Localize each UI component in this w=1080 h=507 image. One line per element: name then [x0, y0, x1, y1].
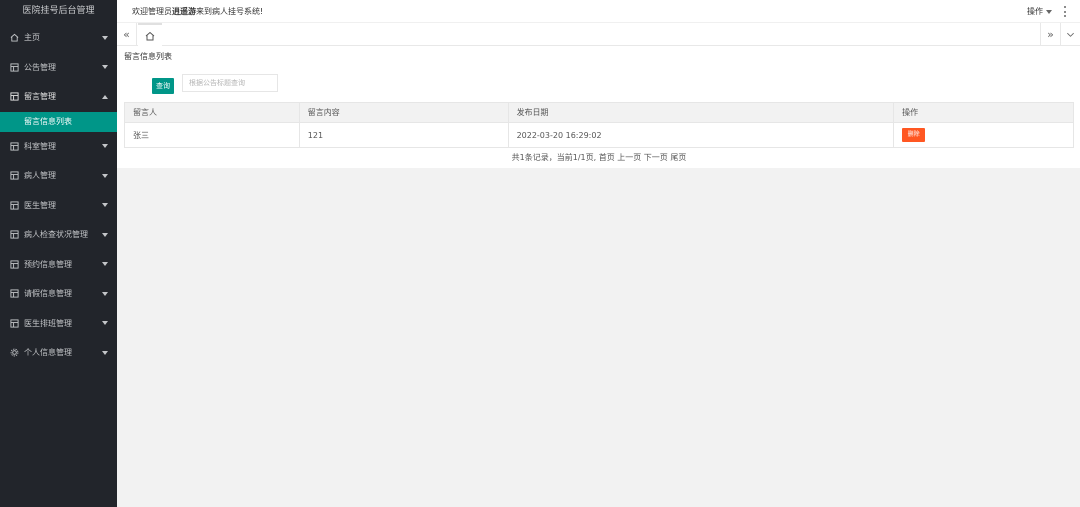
pagination-next[interactable]: 下一页: [644, 153, 668, 162]
grid-icon: [10, 92, 19, 101]
sidebar-item-messages[interactable]: 留言管理: [0, 82, 117, 112]
grid-icon: [10, 260, 19, 269]
column-header-content: 留言内容: [299, 102, 509, 123]
chevron-down-icon: [102, 262, 108, 267]
welcome-username: 逍遥游: [172, 7, 196, 16]
sidebar-item-label: 留言管理: [24, 92, 56, 102]
delete-button[interactable]: 删除: [902, 128, 926, 142]
operations-dropdown[interactable]: 操作: [1027, 0, 1052, 23]
sidebar-item-schedules[interactable]: 医生排班管理: [0, 309, 117, 339]
chevron-down-icon: [102, 203, 108, 208]
sidebar-item-profile[interactable]: 个人信息管理: [0, 338, 117, 368]
sidebar-item-label: 医生管理: [24, 200, 56, 210]
sidebar-item-patient-checkups[interactable]: 病人检查状况管理: [0, 220, 117, 250]
sidebar: 医院挂号后台管理 主页 公告管理 留言管理 留言信息列表 科室管理 病人管理 医…: [0, 0, 117, 507]
pagination-last[interactable]: 尾页: [670, 153, 686, 162]
pagination: 共1条记录，当前1/1页, 首页 上一页 下一页 尾页: [124, 152, 1074, 163]
column-header-action: 操作: [893, 102, 1074, 123]
main-panel: 留言信息列表 查询 留言人 留言内容 发布日期 操作 张三 121 2022-0…: [117, 46, 1080, 168]
sidebar-item-label: 公告管理: [24, 62, 56, 72]
pagination-prev[interactable]: 上一页: [617, 153, 641, 162]
welcome-message: 欢迎管理员逍遥游来到病人挂号系统!: [132, 0, 263, 23]
app-logo: 医院挂号后台管理: [0, 0, 117, 23]
chevron-down-icon: [102, 173, 108, 178]
top-header: 欢迎管理员逍遥游来到病人挂号系统! 操作: [117, 0, 1080, 23]
sidebar-subitem-message-list[interactable]: 留言信息列表: [0, 111, 117, 132]
grid-icon: [10, 171, 19, 180]
chevron-down-icon: [1046, 9, 1052, 14]
grid-icon: [10, 142, 19, 151]
page-title: 留言信息列表: [124, 52, 172, 61]
chevron-down-icon: [102, 350, 108, 355]
home-icon: [145, 31, 155, 40]
grid-icon: [10, 201, 19, 210]
app: 医院挂号后台管理 主页 公告管理 留言管理 留言信息列表 科室管理 病人管理 医…: [0, 0, 1080, 507]
sidebar-item-doctors[interactable]: 医生管理: [0, 191, 117, 221]
sidebar-item-departments[interactable]: 科室管理: [0, 132, 117, 162]
chevron-down-icon: [102, 321, 108, 326]
sidebar-item-label: 主页: [24, 33, 40, 43]
operations-label: 操作: [1027, 7, 1043, 16]
gear-icon: [10, 348, 19, 357]
table-header-row: 留言人 留言内容 发布日期 操作: [124, 102, 1074, 123]
tab-home[interactable]: [138, 23, 162, 46]
sidebar-item-label: 预约信息管理: [24, 259, 72, 269]
search-input[interactable]: [182, 74, 278, 92]
more-vertical-icon[interactable]: [1063, 6, 1067, 17]
pagination-first[interactable]: 首页: [599, 153, 615, 162]
grid-icon: [10, 230, 19, 239]
tab-menu-chevron-icon[interactable]: [1060, 23, 1080, 46]
tab-scroll-left-icon[interactable]: «: [117, 23, 137, 46]
grid-icon: [10, 289, 19, 298]
chevron-down-icon: [102, 291, 108, 296]
pagination-summary: 共1条记录，当前1/1页,: [511, 153, 597, 162]
chevron-up-icon: [102, 94, 108, 99]
tab-bar: « »: [117, 23, 1080, 46]
column-header-date: 发布日期: [508, 102, 895, 123]
sidebar-item-patients[interactable]: 病人管理: [0, 161, 117, 191]
sidebar-item-label: 请假信息管理: [24, 289, 72, 299]
search-button[interactable]: 查询: [152, 78, 174, 94]
tab-scroll-right-icon[interactable]: »: [1040, 23, 1060, 46]
sidebar-item-home[interactable]: 主页: [0, 23, 117, 53]
sidebar-item-label: 病人检查状况管理: [24, 230, 88, 240]
table-row: 张三 121 2022-03-20 16:29:02 删除: [124, 122, 1074, 148]
chevron-down-icon: [102, 232, 108, 237]
sidebar-item-label: 科室管理: [24, 141, 56, 151]
cell-action: 删除: [893, 122, 1074, 148]
home-icon: [10, 33, 19, 42]
sidebar-item-appointments[interactable]: 预约信息管理: [0, 250, 117, 280]
column-header-author: 留言人: [124, 102, 300, 123]
sidebar-item-announcements[interactable]: 公告管理: [0, 53, 117, 83]
cell-content: 121: [299, 122, 509, 148]
sidebar-item-leave[interactable]: 请假信息管理: [0, 279, 117, 309]
chevron-down-icon: [102, 65, 108, 70]
welcome-prefix: 欢迎管理员: [132, 7, 172, 16]
grid-icon: [10, 319, 19, 328]
sidebar-item-label: 个人信息管理: [24, 348, 72, 358]
grid-icon: [10, 63, 19, 72]
sidebar-item-label: 病人管理: [24, 171, 56, 181]
chevron-down-icon: [102, 35, 108, 40]
chevron-down-icon: [102, 144, 108, 149]
message-table: 留言人 留言内容 发布日期 操作 张三 121 2022-03-20 16:29…: [124, 102, 1074, 148]
sidebar-item-label: 医生排班管理: [24, 318, 72, 328]
cell-date: 2022-03-20 16:29:02: [508, 122, 895, 148]
cell-author: 张三: [124, 122, 300, 148]
welcome-suffix: 来到病人挂号系统!: [196, 7, 264, 16]
